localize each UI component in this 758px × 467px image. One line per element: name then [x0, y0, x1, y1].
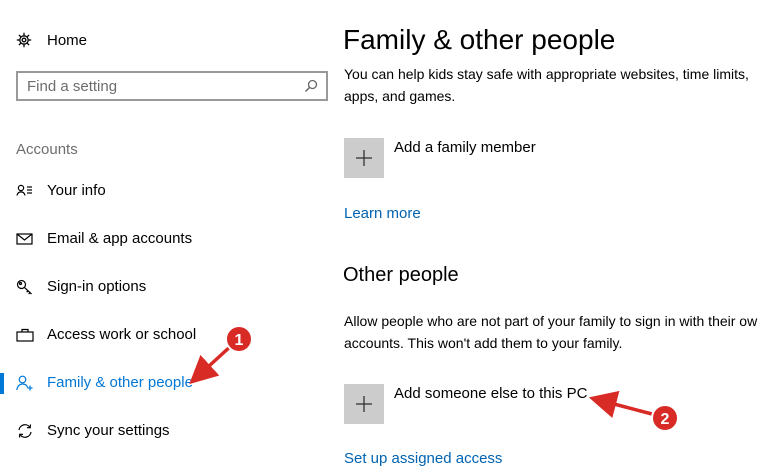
active-indicator [0, 373, 4, 394]
add-someone-else-button[interactable]: Add someone else to this PC [344, 384, 587, 424]
sidebar-item-sign-in-options[interactable]: Sign-in options [0, 267, 330, 307]
person-add-icon [16, 375, 33, 391]
add-someone-else-label: Add someone else to this PC [394, 385, 588, 402]
search-box [16, 71, 328, 101]
other-people-header: Other people [343, 264, 459, 286]
contact-card-icon [16, 184, 32, 196]
plus-icon [344, 138, 384, 178]
mail-icon [16, 233, 33, 245]
home-nav-item[interactable]: Home [16, 30, 87, 50]
other-people-description: Allow people who are not part of your fa… [344, 313, 758, 351]
sidebar-item-email-accounts[interactable]: Email & app accounts [0, 219, 330, 259]
page-title: Family & other people [343, 24, 616, 55]
sidebar-item-label: Family & other people [47, 374, 193, 391]
sidebar-item-access-work[interactable]: Access work or school [0, 315, 330, 355]
add-family-member-button[interactable]: Add a family member [344, 138, 536, 178]
key-icon [16, 279, 32, 295]
add-family-member-label: Add a family member [394, 139, 536, 156]
main-content: Family & other people You can help kids … [330, 0, 758, 467]
search-input[interactable] [18, 73, 296, 99]
learn-more-link[interactable]: Learn more [344, 205, 421, 222]
plus-icon [344, 384, 384, 424]
sidebar-item-label: Your info [47, 182, 106, 199]
sidebar-item-label: Sync your settings [47, 422, 170, 439]
sidebar-item-sync-settings[interactable]: Sync your settings [0, 411, 330, 451]
home-label: Home [47, 31, 88, 49]
search-icon[interactable] [296, 73, 326, 99]
sidebar-item-label: Access work or school [47, 326, 197, 343]
gear-icon [16, 32, 32, 48]
accounts-section-header: Accounts [16, 141, 78, 158]
family-description: You can help kids stay safe with appropr… [344, 66, 749, 104]
briefcase-icon [16, 328, 34, 342]
sidebar-item-label: Sign-in options [47, 278, 147, 295]
settings-sidebar: Home Accounts Your info [0, 0, 330, 459]
sidebar-item-family-other-people[interactable]: Family & other people [0, 363, 330, 403]
sync-icon [18, 424, 32, 438]
sidebar-item-your-info[interactable]: Your info [0, 171, 330, 211]
sidebar-item-label: Email & app accounts [47, 230, 193, 247]
